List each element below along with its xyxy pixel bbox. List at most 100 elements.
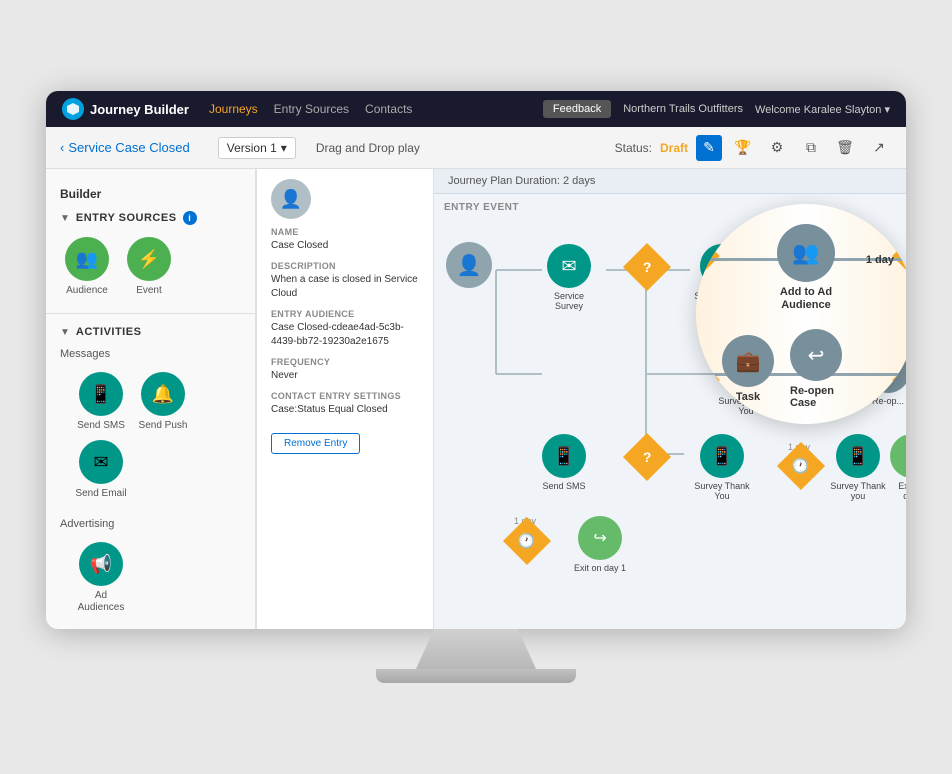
nav-contacts[interactable]: Contacts [365, 102, 412, 116]
builder-title: Builder [46, 179, 255, 205]
sidebar: Builder ▼ ENTRY SOURCES i 👥 Audience ⚡ E… [46, 169, 256, 629]
monitor-wrapper: Journey Builder Journeys Entry Sources C… [46, 91, 906, 683]
welcome-text: Welcome Karalee Slayton ▾ [755, 103, 890, 116]
audience-icon: 👥 [65, 237, 109, 281]
survey-thankyou-3-icon: 📱 [700, 434, 744, 478]
exit-day-2-icon: ↪ [890, 434, 906, 478]
sidebar-item-send-email[interactable]: ✉ Send Email [74, 440, 128, 500]
send-email-label: Send Email [75, 488, 126, 500]
name-field: NAME Case Closed [271, 227, 419, 253]
entry-event-label: ENTRY EVENT [444, 202, 519, 213]
exit-day-2-label: Exit on da... [890, 481, 906, 501]
sidebar-item-send-sms[interactable]: 📱 Send SMS [74, 372, 128, 432]
zoom-add-audience-label: Add to AdAudience [780, 286, 832, 312]
divider-1 [46, 313, 255, 314]
zoom-day-label: 1 day [866, 254, 894, 266]
survey-thankyou-3[interactable]: 📱 Survey Thank You [690, 434, 754, 501]
survey-thankyou-4-label: Survey Thank you [826, 481, 890, 501]
entry-node[interactable]: 👤 [446, 242, 492, 288]
frequency-field-value: Never [271, 369, 419, 383]
zoom-left-diamond-top [696, 236, 720, 276]
activities-chevron-icon: ▼ [60, 327, 70, 338]
description-field-value: When a case is closed in Service Cloud [271, 273, 419, 301]
nav-journeys[interactable]: Journeys [209, 102, 258, 116]
zoom-add-audience-node[interactable]: 👥 Add to AdAudience [777, 224, 835, 312]
audience-field-label: ENTRY AUDIENCE [271, 309, 419, 319]
entry-sources-section[interactable]: ▼ ENTRY SOURCES i [46, 205, 255, 231]
name-field-label: NAME [271, 227, 419, 237]
zoom-overlay: 👥 Add to AdAudience 1 day 💼 Task [696, 204, 906, 424]
entry-event-avatar: 👤 [271, 179, 311, 219]
send-sms-label: Send SMS [77, 420, 125, 432]
exit-day-1-label: Exit on day 1 [574, 563, 626, 573]
sidebar-item-audience[interactable]: 👥 Audience [60, 237, 114, 297]
survey-thankyou-3-label: Survey Thank You [690, 481, 754, 501]
monitor-screen: Journey Builder Journeys Entry Sources C… [46, 91, 906, 629]
decision-split-2[interactable]: ? [630, 440, 664, 474]
contact-settings-label: CONTACT ENTRY SETTINGS [271, 391, 419, 401]
org-name: Northern Trails Outfitters [623, 103, 743, 115]
activities-section[interactable]: ▼ ACTIVITIES [46, 320, 255, 344]
back-button[interactable]: ‹ Service Case Closed [60, 140, 190, 155]
nav-entry-sources[interactable]: Entry Sources [274, 102, 349, 116]
zoom-task-node[interactable]: 💼 Task [722, 335, 774, 403]
settings-icon-button[interactable]: ⚙ [764, 135, 790, 161]
feedback-button[interactable]: Feedback [543, 100, 611, 118]
toolbar-right: Status: Draft ✎ 🏆 ⚙ ⧉ 🗑 ↗ [615, 135, 892, 161]
advertising-title: Advertising [60, 518, 241, 530]
service-survey-node[interactable]: ✉ Service Survey [542, 244, 596, 311]
audience-label: Audience [66, 285, 108, 297]
entry-sources-label: ENTRY SOURCES [76, 212, 177, 224]
edit-icon-button[interactable]: ✎ [696, 135, 722, 161]
remove-entry-button[interactable]: Remove Entry [271, 433, 360, 454]
ad-audiences-label: Ad Audiences [74, 590, 128, 614]
exit-day-2[interactable]: ↪ Exit on da... [890, 434, 906, 501]
delete-icon-button[interactable]: 🗑 [832, 135, 858, 161]
zoom-reopen-node[interactable]: ↩ Re-open Case [790, 329, 842, 409]
monitor-stand [416, 629, 536, 669]
monitor-base [376, 669, 576, 683]
frequency-field: FREQUENCY Never [271, 357, 419, 383]
send-sms-node[interactable]: 📱 Send SMS [542, 434, 586, 491]
advertising-grid: 📢 Ad Audiences [60, 536, 241, 624]
back-arrow-icon: ‹ [60, 140, 64, 155]
chevron-icon: ▼ [60, 213, 70, 224]
exit-day-1-icon: ↪ [578, 516, 622, 560]
send-push-label: Send Push [139, 420, 188, 432]
copy-icon-button[interactable]: ⧉ [798, 135, 824, 161]
drag-drop-label: Drag and Drop play [316, 141, 420, 155]
zoom-reopen-icon: ↩ [790, 329, 842, 381]
clock-node-3[interactable]: 🕐 [784, 449, 818, 483]
share-icon-button[interactable]: ↗ [866, 135, 892, 161]
exit-day-1[interactable]: ↪ Exit on day 1 [574, 516, 626, 573]
nav-logo: Journey Builder [62, 98, 189, 120]
nav-links: Journeys Entry Sources Contacts [209, 102, 523, 116]
sidebar-item-ad-audiences[interactable]: 📢 Ad Audiences [74, 542, 128, 614]
entry-sources-grid: 👥 Audience ⚡ Event [46, 231, 255, 307]
audience-field: ENTRY AUDIENCE Case Closed-cdeae4ad-5c3b… [271, 309, 419, 349]
trophy-icon-button[interactable]: 🏆 [730, 135, 756, 161]
sidebar-item-event[interactable]: ⚡ Event [122, 237, 176, 297]
sidebar-item-send-push[interactable]: 🔔 Send Push [136, 372, 190, 432]
ad-audiences-icon: 📢 [79, 542, 123, 586]
journey-title: Service Case Closed [68, 140, 189, 155]
canvas-content[interactable]: ENTRY EVENT 👤 ✉ Service Survey ? [434, 194, 906, 626]
zoom-reopen-label: Re-open Case [790, 385, 842, 409]
service-survey-label: Service Survey [542, 291, 596, 311]
clock-2-shape: 🕐 [503, 517, 551, 565]
toolbar: ‹ Service Case Closed Version 1 ▾ Drag a… [46, 127, 906, 169]
survey-thankyou-4[interactable]: 📱 Survey Thank you [826, 434, 890, 501]
send-sms-node-label: Send SMS [542, 481, 585, 491]
messages-grid: 📱 Send SMS 🔔 Send Push ✉ Send Email [60, 366, 241, 510]
version-selector[interactable]: Version 1 ▾ [218, 137, 296, 159]
canvas-header: Journey Plan Duration: 2 days [434, 169, 906, 194]
canvas-area: Journey Plan Duration: 2 days [434, 169, 906, 629]
decision-split-1[interactable]: ? [630, 250, 664, 284]
zoom-task-label: Task [736, 391, 760, 403]
description-field-label: DESCRIPTION [271, 261, 419, 271]
logo-icon [62, 98, 84, 120]
clock-node-2[interactable]: 🕐 [510, 524, 544, 558]
zoom-right-diamond-top [892, 236, 906, 276]
messages-title: Messages [60, 348, 241, 360]
send-sms-icon: 📱 [79, 372, 123, 416]
